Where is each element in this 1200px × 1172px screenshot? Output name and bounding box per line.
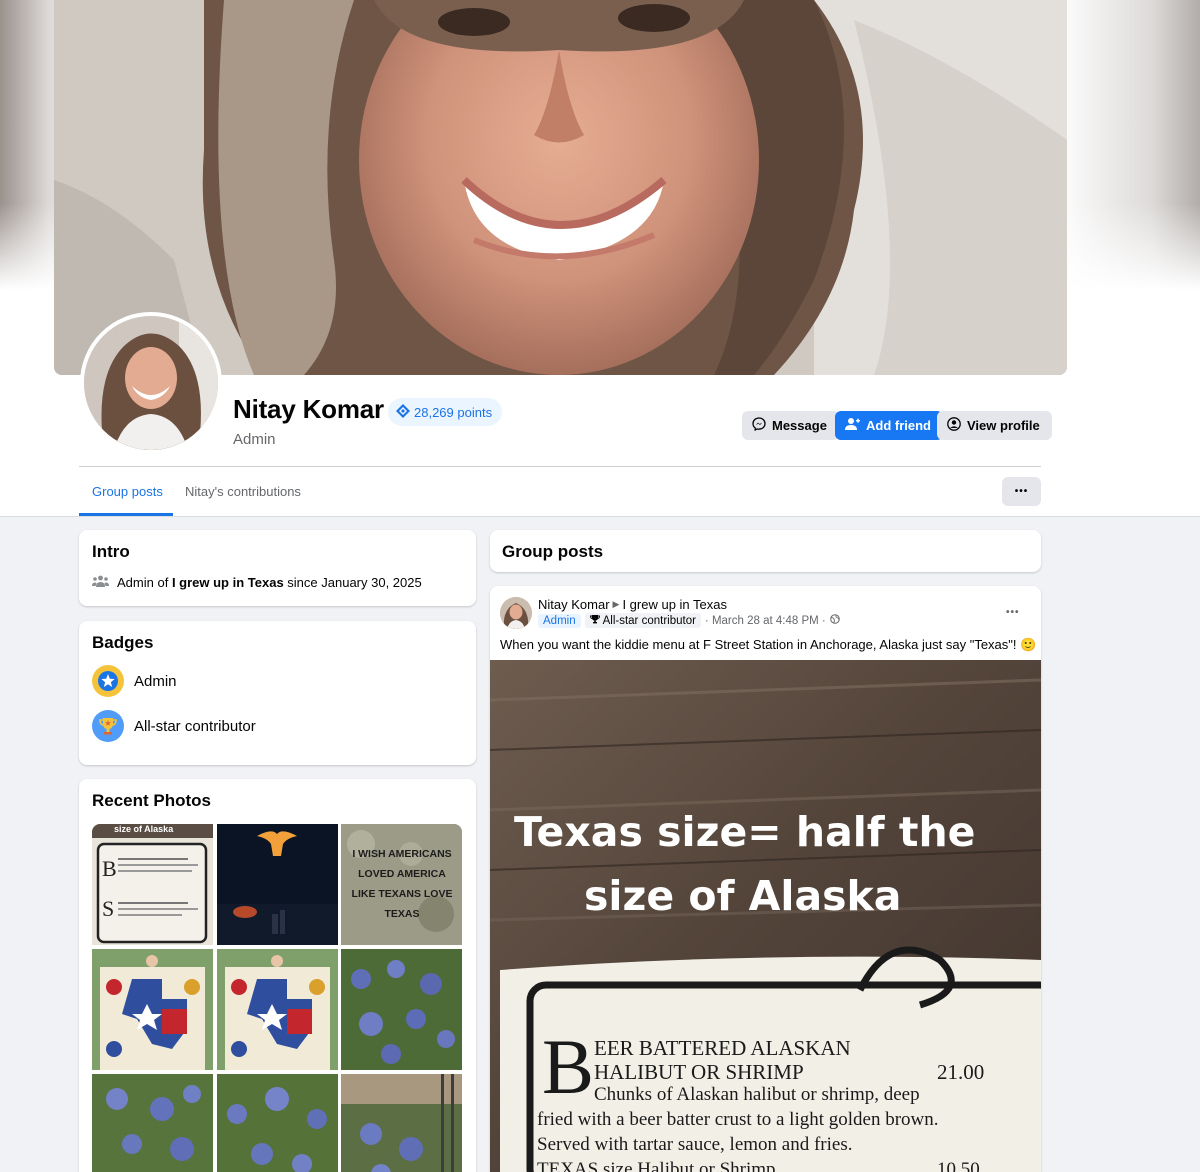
photo-thumbnail[interactable]	[217, 949, 338, 1070]
photo-thumbnail[interactable]	[217, 1074, 338, 1172]
post-group-name[interactable]: I grew up in Texas	[622, 597, 727, 612]
points-label: 28,269 points	[414, 404, 493, 420]
more-icon: •••	[1006, 607, 1020, 618]
messenger-icon	[752, 417, 766, 434]
all-star-tag-label: All-star contributor	[602, 614, 696, 627]
post-image[interactable]: B Texas size= half the size of Alaska EE…	[490, 660, 1041, 1172]
profile-avatar[interactable]	[80, 312, 222, 454]
photo-quilt	[92, 949, 213, 1070]
menu-drop-cap: B	[542, 1023, 594, 1110]
intro-title: Intro	[92, 542, 130, 561]
menu-line-2: fried with a beer batter crust to a ligh…	[537, 1109, 939, 1130]
menu-price: 21.00	[937, 1060, 985, 1084]
photo-bluebonnets	[217, 1074, 338, 1172]
badges-title: Badges	[92, 633, 154, 652]
more-icon: •••	[1014, 486, 1029, 497]
user-circle-icon	[947, 417, 961, 434]
post-meta-line: Admin All-star contributor · March 28 at…	[538, 613, 840, 628]
photo-menu-image: B S	[92, 824, 213, 945]
post-text: When you want the kiddie menu at F Stree…	[500, 637, 1037, 652]
profile-name: Nitay Komar	[233, 394, 384, 424]
avatar-photo	[84, 316, 218, 450]
photo-night-sky	[217, 824, 338, 945]
intro-prefix: Admin of	[117, 575, 169, 590]
photo-bluebonnets	[92, 1074, 213, 1172]
group-posts-header-card: Group posts	[490, 530, 1041, 572]
post-author-line: Nitay Komar ▶ I grew up in Texas	[538, 597, 727, 612]
message-button[interactable]: Message	[742, 411, 839, 440]
message-label: Message	[772, 418, 827, 433]
menu-price-2: 10.50	[937, 1159, 980, 1172]
photo-bluebonnets	[341, 949, 462, 1070]
menu-line-4: TEXAS size Halibut or Shrimp	[537, 1159, 776, 1172]
header-bottom-border	[0, 516, 1200, 517]
photo-thumbnail[interactable]	[217, 824, 338, 945]
photo-caption: I WISH AMERICANS LOVED AMERICA LIKE TEXA…	[351, 848, 453, 920]
badge-admin-label: Admin	[134, 672, 177, 690]
recent-photos-title: Recent Photos	[92, 791, 212, 810]
view-profile-button[interactable]: View profile	[937, 411, 1052, 440]
photo-thumbnail[interactable]: I WISH AMERICANS LOVED AMERICA LIKE TEXA…	[341, 824, 462, 945]
svg-text:S: S	[102, 896, 114, 921]
points-badge[interactable]: 28,269 points	[388, 398, 503, 426]
image-headline-1: Texas size= half the	[514, 808, 976, 856]
menu-title-2: HALIBUT OR SHRIMP	[594, 1060, 804, 1084]
admin-badge-icon	[92, 665, 124, 697]
photo-thumbnail[interactable]: B S size of Alaska	[92, 824, 213, 945]
group-icon	[92, 575, 109, 590]
tab-contributions[interactable]: Nitay's contributions	[185, 484, 301, 499]
post-author-name[interactable]: Nitay Komar	[538, 597, 610, 612]
photo-caption: size of Alaska	[114, 824, 174, 834]
add-user-icon	[845, 417, 860, 434]
photo-quilt	[217, 949, 338, 1070]
photo-thumbnail[interactable]	[92, 1074, 213, 1172]
photo-thumbnail[interactable]	[341, 949, 462, 1070]
post-author-avatar[interactable]	[500, 597, 532, 629]
diamond-icon	[396, 403, 410, 421]
intro-card: Intro Admin of I grew up in Texas since …	[79, 530, 476, 606]
image-headline-2: size of Alaska	[584, 872, 902, 920]
badge-all-star[interactable]: All-star contributor	[92, 710, 256, 742]
post-timestamp[interactable]: · March 28 at 4:48 PM ·	[705, 615, 826, 627]
menu-line-3: Served with tartar sauce, lemon and frie…	[537, 1134, 853, 1155]
badge-all-star-label: All-star contributor	[134, 717, 256, 735]
intro-group-link[interactable]: I grew up in Texas	[172, 575, 284, 590]
intro-admin-row: Admin of I grew up in Texas since Januar…	[92, 575, 422, 590]
menu-title-1: EER BATTERED ALASKAN	[594, 1036, 851, 1060]
recent-photos-card: Recent Photos B S size of Alaska I WISH …	[79, 779, 476, 1172]
group-posts-title: Group posts	[502, 542, 604, 561]
photo-thumbnail[interactable]	[341, 1074, 462, 1172]
view-profile-label: View profile	[967, 418, 1040, 433]
svg-text:B: B	[102, 856, 117, 881]
add-friend-label: Add friend	[866, 418, 931, 433]
all-star-tag: All-star contributor	[584, 613, 701, 628]
globe-icon	[829, 614, 840, 627]
badge-admin[interactable]: Admin	[92, 665, 177, 697]
cover-photo[interactable]	[54, 0, 1067, 375]
badges-card: Badges Admin All-star contributor	[79, 621, 476, 765]
trophy-icon	[92, 710, 124, 742]
photo-thumbnail[interactable]	[92, 949, 213, 1070]
admin-tag: Admin	[538, 613, 581, 628]
photo-garden-fence	[341, 1074, 462, 1172]
add-friend-button[interactable]: Add friend	[835, 411, 943, 440]
header-divider	[79, 466, 1041, 467]
caret-right-icon: ▶	[612, 599, 620, 609]
post-options-button[interactable]: •••	[1006, 602, 1020, 620]
menu-line-1: Chunks of Alaskan halibut or shrimp, dee…	[594, 1084, 920, 1105]
profile-role: Admin	[233, 431, 276, 448]
tab-group-posts[interactable]: Group posts	[92, 484, 163, 499]
cover-photo-illustration	[54, 0, 1067, 375]
trophy-small-icon	[589, 614, 600, 627]
more-options-button[interactable]: •••	[1002, 477, 1041, 506]
intro-since: since January 30, 2025	[287, 575, 422, 590]
